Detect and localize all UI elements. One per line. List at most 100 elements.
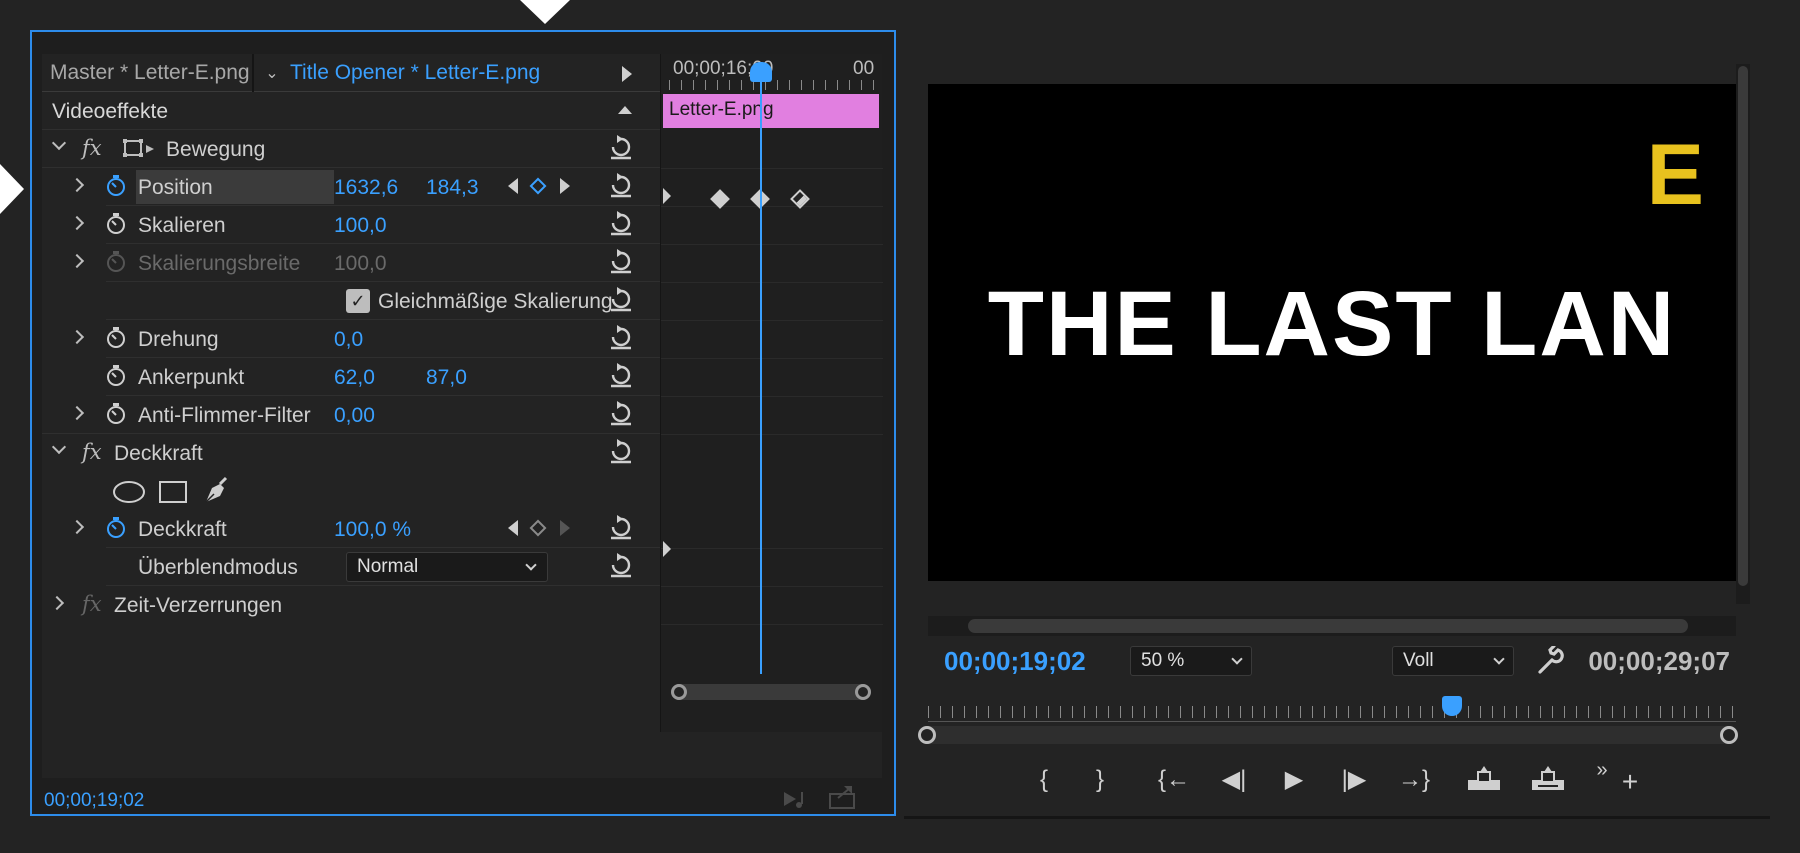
previous-keyframe-icon[interactable]	[508, 178, 518, 194]
mark-in-icon[interactable]: {	[1024, 762, 1064, 798]
collapse-arrow-icon[interactable]	[618, 106, 632, 114]
monitor-vertical-scrollbar[interactable]	[1736, 64, 1750, 604]
anchor-x-value[interactable]: 62,0	[334, 366, 375, 390]
previous-keyframe-icon[interactable]	[508, 520, 518, 536]
show-timeline-arrow-icon[interactable]	[622, 66, 632, 82]
wrench-icon[interactable]	[1536, 646, 1566, 676]
scale-value[interactable]: 100,0	[334, 214, 387, 238]
zoom-start-handle[interactable]	[671, 684, 687, 700]
reset-icon[interactable]	[608, 286, 634, 312]
fx-icon[interactable]: fx	[82, 440, 102, 464]
next-keyframe-icon[interactable]	[560, 178, 570, 194]
position-y-value[interactable]: 184,3	[426, 176, 479, 200]
monitor-playhead[interactable]	[1442, 696, 1462, 716]
monitor-time-ruler[interactable]	[928, 700, 1736, 722]
blend-mode-dropdown[interactable]: Normal	[346, 552, 548, 582]
fx-icon[interactable]: fx	[82, 592, 102, 616]
program-monitor: E THE LAST LAN 00;00;19;02 50 % Voll 00;…	[904, 50, 1770, 816]
twirl-down-icon[interactable]	[51, 439, 67, 455]
twirl-right-icon[interactable]	[69, 519, 85, 535]
timeline-ruler[interactable]: 00;00;16;00 00	[661, 54, 883, 92]
ellipse-mask-icon[interactable]	[112, 480, 146, 504]
twirl-right-icon[interactable]	[69, 215, 85, 231]
play-icon[interactable]: ▶	[1274, 762, 1314, 798]
blend-mode-value: Normal	[357, 556, 419, 577]
monitor-zoom-scrollbar[interactable]	[918, 726, 1738, 744]
fx-icon[interactable]: fx	[82, 136, 102, 160]
timeline-clip[interactable]: Letter-E.png	[663, 94, 879, 128]
motion-transform-icon[interactable]	[122, 137, 156, 161]
zoom-start-handle[interactable]	[918, 726, 936, 744]
anti-flicker-value[interactable]: 0,00	[334, 404, 375, 428]
twirl-right-icon[interactable]	[69, 253, 85, 269]
monitor-current-time[interactable]: 00;00;19;02	[944, 646, 1086, 677]
stopwatch-icon[interactable]	[106, 403, 126, 425]
reset-icon[interactable]	[608, 400, 634, 426]
reset-icon[interactable]	[608, 172, 634, 198]
scrollbar-thumb[interactable]	[1738, 66, 1748, 586]
reset-icon[interactable]	[608, 362, 634, 388]
reset-icon[interactable]	[608, 552, 634, 578]
mark-out-icon[interactable]: }	[1080, 762, 1120, 798]
stopwatch-icon[interactable]	[106, 175, 126, 197]
add-keyframe-icon[interactable]	[529, 177, 547, 195]
monitor-horizontal-scrollbar[interactable]	[928, 616, 1736, 636]
effect-controls-tabbar: Master * Letter-E.png ⌄ Title Opener * L…	[42, 53, 660, 92]
anchor-label: Ankerpunkt	[138, 366, 245, 389]
twirl-right-icon[interactable]	[49, 595, 65, 611]
tab-master-clip[interactable]: Master * Letter-E.png	[42, 61, 252, 85]
stopwatch-icon[interactable]	[106, 517, 126, 539]
rotation-value[interactable]: 0,0	[334, 328, 363, 352]
property-uniform-scale: ✓ Gleichmäßige Skalierung	[42, 282, 660, 320]
twirl-down-icon[interactable]	[51, 135, 67, 151]
time-remap-label: Zeit-Verzerrungen	[114, 594, 283, 617]
position-x-value[interactable]: 1632,6	[334, 176, 398, 200]
lift-icon[interactable]	[1466, 766, 1502, 794]
reset-icon[interactable]	[608, 248, 634, 274]
go-to-out-icon[interactable]: →}	[1394, 762, 1434, 798]
rectangle-mask-icon[interactable]	[158, 480, 188, 504]
effects-list: Videoeffekte fx Bewegung Position 1632,6…	[42, 92, 660, 732]
stopwatch-icon[interactable]	[106, 327, 126, 349]
chevron-down-icon	[1493, 653, 1505, 665]
rotation-label: Drehung	[138, 328, 219, 351]
reset-icon[interactable]	[608, 514, 634, 540]
tab-sequence-clip[interactable]: Title Opener * Letter-E.png	[290, 61, 580, 85]
anchor-y-value[interactable]: 87,0	[426, 366, 467, 390]
twirl-right-icon[interactable]	[69, 329, 85, 345]
twirl-right-icon[interactable]	[69, 177, 85, 193]
reset-icon[interactable]	[608, 210, 634, 236]
reset-icon[interactable]	[608, 324, 634, 350]
extract-icon[interactable]	[1530, 766, 1566, 794]
opacity-value[interactable]: 100,0 %	[334, 518, 411, 542]
step-back-icon[interactable]: ◀|	[1214, 762, 1254, 798]
video-preview[interactable]: E THE LAST LAN	[928, 84, 1736, 581]
timeline-ticks	[669, 80, 875, 90]
zoom-level-select[interactable]: 50 %	[1130, 646, 1252, 676]
stopwatch-icon[interactable]	[106, 365, 126, 387]
effect-controls-timeline[interactable]: 00;00;16;00 00 Letter-E.png	[660, 54, 883, 732]
step-forward-icon[interactable]: |▶	[1334, 762, 1374, 798]
add-keyframe-icon[interactable]	[529, 519, 547, 537]
timeline-zoom-scrollbar[interactable]	[671, 684, 871, 700]
playhead-handle[interactable]	[750, 62, 772, 82]
zoom-end-handle[interactable]	[855, 684, 871, 700]
chevron-down-icon[interactable]: ⌄	[254, 63, 290, 83]
transport-controls: { } {← ◀| ▶ |▶ →} » +	[904, 759, 1770, 802]
uniform-scale-checkbox[interactable]: ✓	[346, 289, 370, 313]
go-to-in-icon[interactable]: {←	[1154, 762, 1194, 798]
add-button-icon[interactable]: +	[1610, 764, 1650, 800]
position-label: Position	[138, 176, 213, 199]
reset-icon[interactable]	[608, 134, 634, 160]
effect-controls-timecode[interactable]: 00;00;19;02	[44, 790, 144, 812]
keyframe-offscreen-icon	[663, 188, 671, 204]
twirl-right-icon[interactable]	[69, 405, 85, 421]
reset-icon[interactable]	[608, 438, 634, 464]
resolution-select[interactable]: Voll	[1392, 646, 1514, 676]
pen-mask-icon[interactable]	[202, 476, 232, 506]
video-title-text: THE LAST LAN	[987, 273, 1677, 375]
play-audio-icon	[784, 792, 803, 808]
zoom-end-handle[interactable]	[1720, 726, 1738, 744]
stopwatch-icon[interactable]	[106, 213, 126, 235]
scrollbar-thumb[interactable]	[968, 619, 1688, 633]
